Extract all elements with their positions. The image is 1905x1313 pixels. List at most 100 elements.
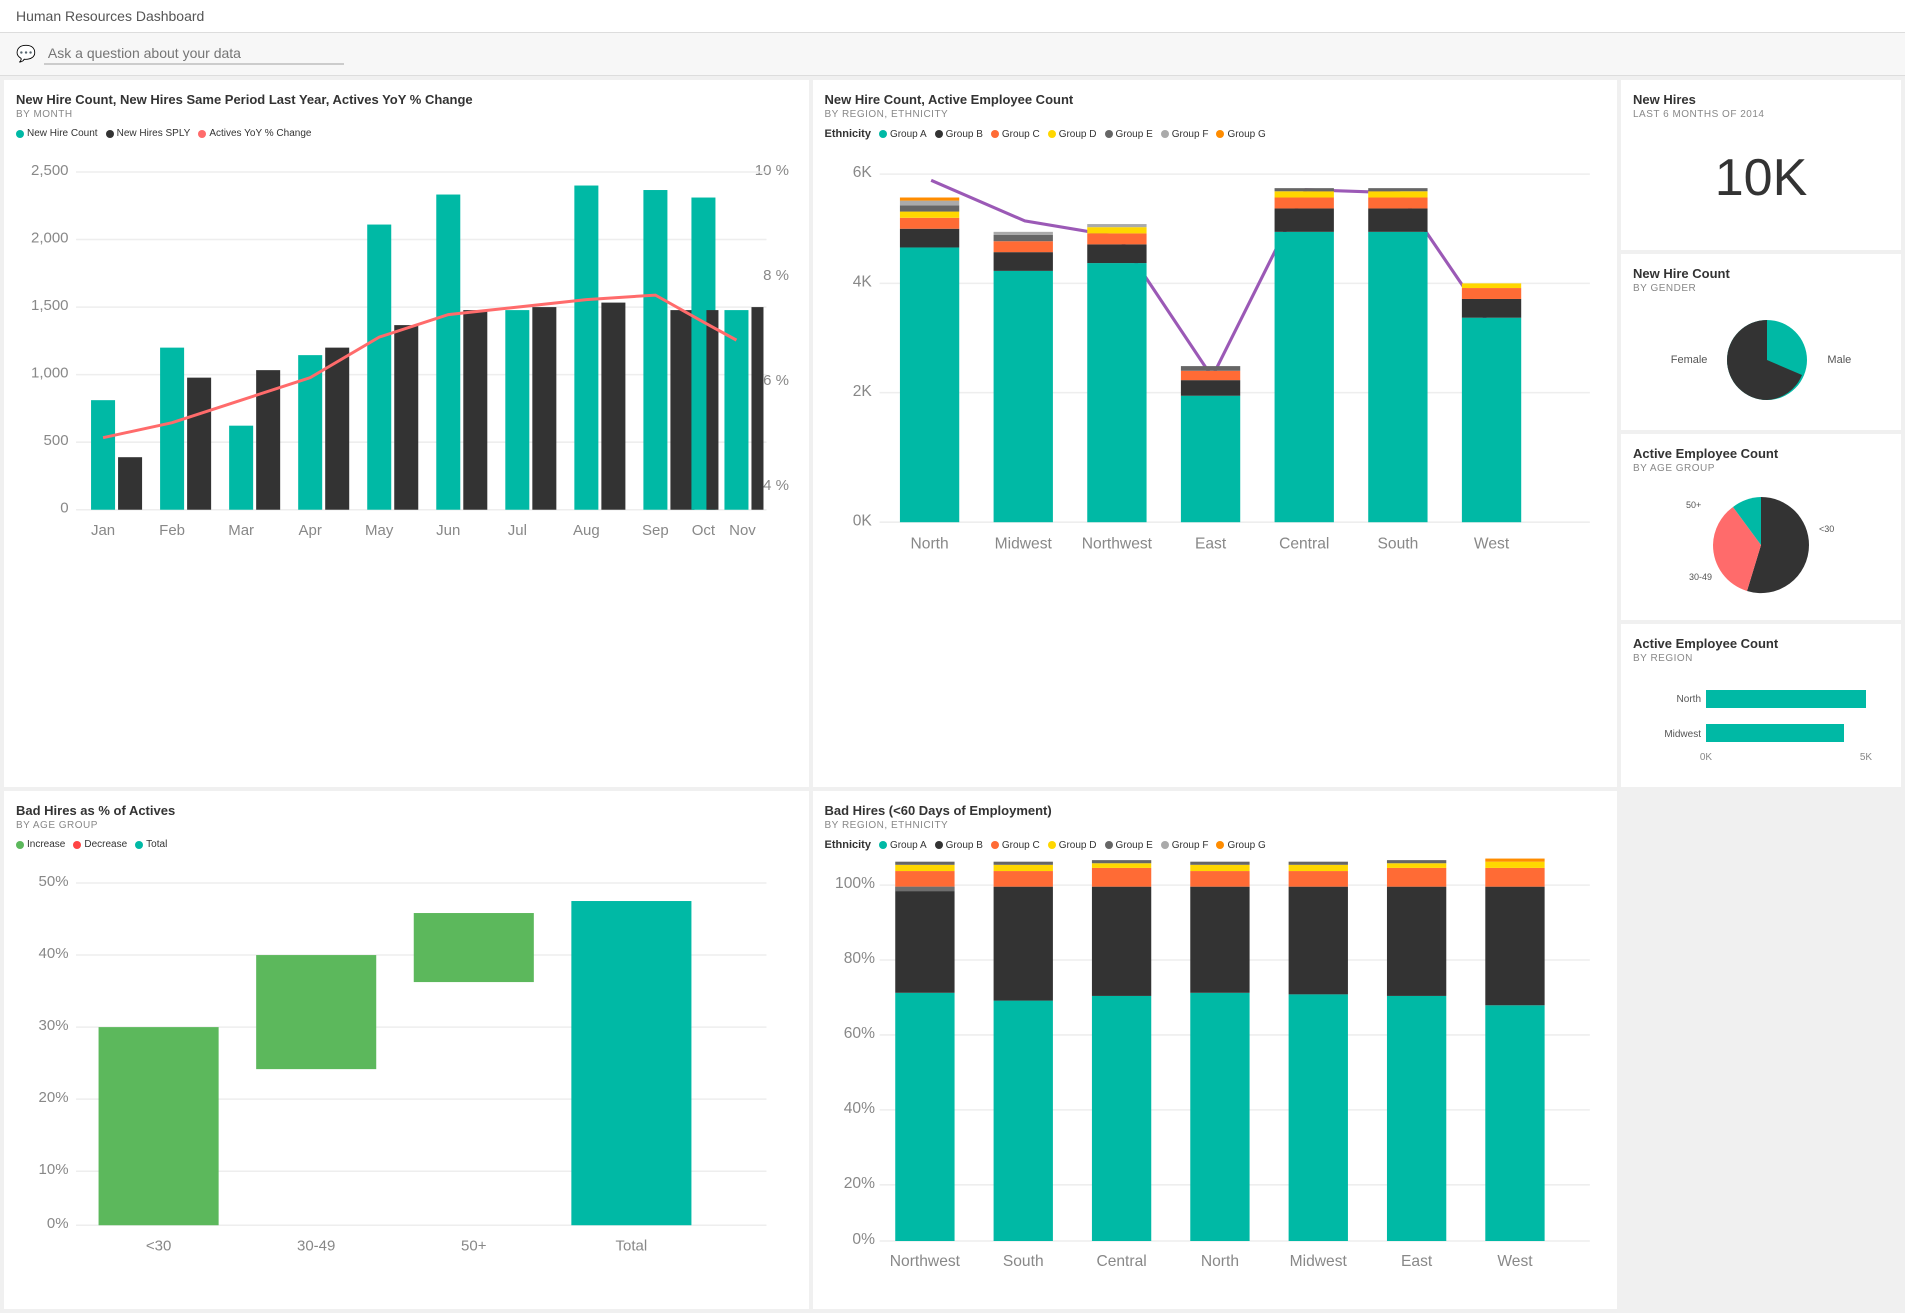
legend-new-hire: New Hire Count <box>16 128 98 139</box>
card-bad-hires-60days: Bad Hires (<60 Days of Employment) BY RE… <box>813 791 1618 1309</box>
legend-group-e: Group E <box>1105 128 1153 140</box>
svg-text:30-49: 30-49 <box>1689 572 1712 582</box>
legend-bm-group-g: Group G <box>1216 839 1265 851</box>
svg-text:North: North <box>910 536 948 553</box>
card-bottom-mid-title: Bad Hires (<60 Days of Employment) <box>825 803 1606 818</box>
svg-text:Nov: Nov <box>729 522 756 539</box>
svg-text:6K: 6K <box>852 164 872 181</box>
male-label: Male <box>1827 354 1851 366</box>
svg-text:1,500: 1,500 <box>31 297 69 314</box>
svg-text:Total: Total <box>616 1238 648 1255</box>
svg-text:40%: 40% <box>843 1100 874 1117</box>
svg-text:Midwest: Midwest <box>1664 729 1701 740</box>
group-g-dot <box>1216 130 1224 138</box>
legend-increase: Increase <box>16 839 65 850</box>
svg-text:10%: 10% <box>39 1161 69 1178</box>
svg-text:Oct: Oct <box>692 522 716 539</box>
legend-group-f: Group F <box>1161 128 1209 140</box>
bad-hires-60-chart: 100% 80% 60% 40% 20% 0% <box>825 857 1606 1294</box>
total-dot <box>135 841 143 849</box>
region-bar-chart: North Midwest 0K 5K <box>1633 672 1889 772</box>
svg-text:Midwest: Midwest <box>994 536 1052 553</box>
qa-input[interactable] <box>44 43 344 65</box>
svg-text:West: West <box>1473 536 1509 553</box>
legend-sply: New Hires SPLY <box>106 128 191 139</box>
card-new-hire-active-by-region: New Hire Count, Active Employee Count BY… <box>813 80 1618 787</box>
svg-text:5K: 5K <box>1860 752 1873 763</box>
card-active-by-region: Active Employee Count BY REGION North Mi… <box>1621 624 1901 787</box>
svg-text:50+: 50+ <box>1686 500 1701 510</box>
svg-text:North: North <box>1677 694 1701 705</box>
bottom-left-legend: Increase Decrease Total <box>16 839 797 850</box>
group-f-dot <box>1161 130 1169 138</box>
svg-text:Jun: Jun <box>436 522 460 539</box>
card-top-mid-subtitle: BY REGION, ETHNICITY <box>825 109 1606 120</box>
group-a-dot <box>879 130 887 138</box>
svg-text:4K: 4K <box>852 273 872 290</box>
svg-text:Central: Central <box>1279 536 1329 553</box>
card-gender-title: New Hire Count <box>1633 266 1889 281</box>
svg-text:40%: 40% <box>39 945 69 962</box>
legend-bm-group-b: Group B <box>935 839 983 851</box>
bm-group-c-dot <box>991 841 999 849</box>
ethnicity-label-2: Ethnicity <box>825 839 871 851</box>
legend-group-c: Group C <box>991 128 1040 140</box>
card-new-hire-count-by-month: New Hire Count, New Hires Same Period La… <box>4 80 809 787</box>
top-bar: Human Resources Dashboard <box>0 0 1905 33</box>
legend-yoy: Actives YoY % Change <box>198 128 311 139</box>
increase-label: Increase <box>27 839 65 850</box>
bm-group-b-dot <box>935 841 943 849</box>
svg-text:10 %: 10 % <box>755 162 789 179</box>
card-top-mid-title: New Hire Count, Active Employee Count <box>825 92 1606 107</box>
legend-bm-group-c: Group C <box>991 839 1040 851</box>
age-pie-chart: 50+ <30 30-49 <box>1681 490 1841 600</box>
bm-group-e-dot <box>1105 841 1113 849</box>
svg-text:30%: 30% <box>39 1017 69 1034</box>
legend-bm-group-f: Group F <box>1161 839 1209 851</box>
card-age-subtitle: BY AGE GROUP <box>1633 463 1889 474</box>
card-region-subtitle: BY REGION <box>1633 653 1889 664</box>
card-bad-hires-pct: Bad Hires as % of Actives BY AGE GROUP I… <box>4 791 809 1309</box>
svg-text:Central: Central <box>1096 1253 1146 1270</box>
legend-yoy-label: Actives YoY % Change <box>209 128 311 139</box>
top-mid-legend: Ethnicity Group A Group B Group C Group … <box>825 128 1606 140</box>
svg-text:60%: 60% <box>843 1025 874 1042</box>
comment-icon: 💬 <box>16 44 36 64</box>
legend-group-g: Group G <box>1216 128 1265 140</box>
svg-text:0K: 0K <box>852 512 872 529</box>
svg-text:Aug: Aug <box>573 522 600 539</box>
group-b-dot <box>935 130 943 138</box>
top-mid-chart: 6K 4K 2K 0K <box>825 146 1606 583</box>
card-gender-subtitle: BY GENDER <box>1633 283 1889 294</box>
legend-bm-group-a: Group A <box>879 839 927 851</box>
card-top-left-title: New Hire Count, New Hires Same Period La… <box>16 92 797 107</box>
svg-text:2,500: 2,500 <box>31 162 69 179</box>
total-label: Total <box>146 839 167 850</box>
svg-text:0K: 0K <box>1700 752 1713 763</box>
group-e-dot <box>1105 130 1113 138</box>
svg-text:South: South <box>1002 1253 1043 1270</box>
svg-text:1,000: 1,000 <box>31 365 69 382</box>
card-new-hires-subtitle: LAST 6 MONTHS OF 2014 <box>1633 109 1889 120</box>
svg-text:May: May <box>365 522 394 539</box>
svg-text:50+: 50+ <box>461 1238 487 1255</box>
legend-group-a: Group A <box>879 128 927 140</box>
decrease-label: Decrease <box>84 839 127 850</box>
svg-text:Sep: Sep <box>642 522 669 539</box>
card-new-hires-10k: New Hires LAST 6 MONTHS OF 2014 10K <box>1621 80 1901 250</box>
svg-text:0: 0 <box>60 500 68 517</box>
legend-group-b: Group B <box>935 128 983 140</box>
svg-text:Jan: Jan <box>91 522 115 539</box>
top-left-legend: New Hire Count New Hires SPLY Actives Yo… <box>16 128 797 139</box>
sply-dot <box>106 130 114 138</box>
svg-text:0%: 0% <box>47 1215 69 1232</box>
svg-text:North: North <box>1200 1253 1238 1270</box>
svg-text:South: South <box>1377 536 1418 553</box>
svg-text:100%: 100% <box>835 875 875 892</box>
female-label: Female <box>1671 354 1708 366</box>
bm-group-f-dot <box>1161 841 1169 849</box>
card-top-left-subtitle: BY MONTH <box>16 109 797 120</box>
card-new-hire-by-gender: New Hire Count BY GENDER Female Male <box>1621 254 1901 430</box>
bottom-mid-legend: Ethnicity Group A Group B Group C Group … <box>825 839 1606 851</box>
age-pie-container: 50+ <30 30-49 <box>1633 482 1889 608</box>
